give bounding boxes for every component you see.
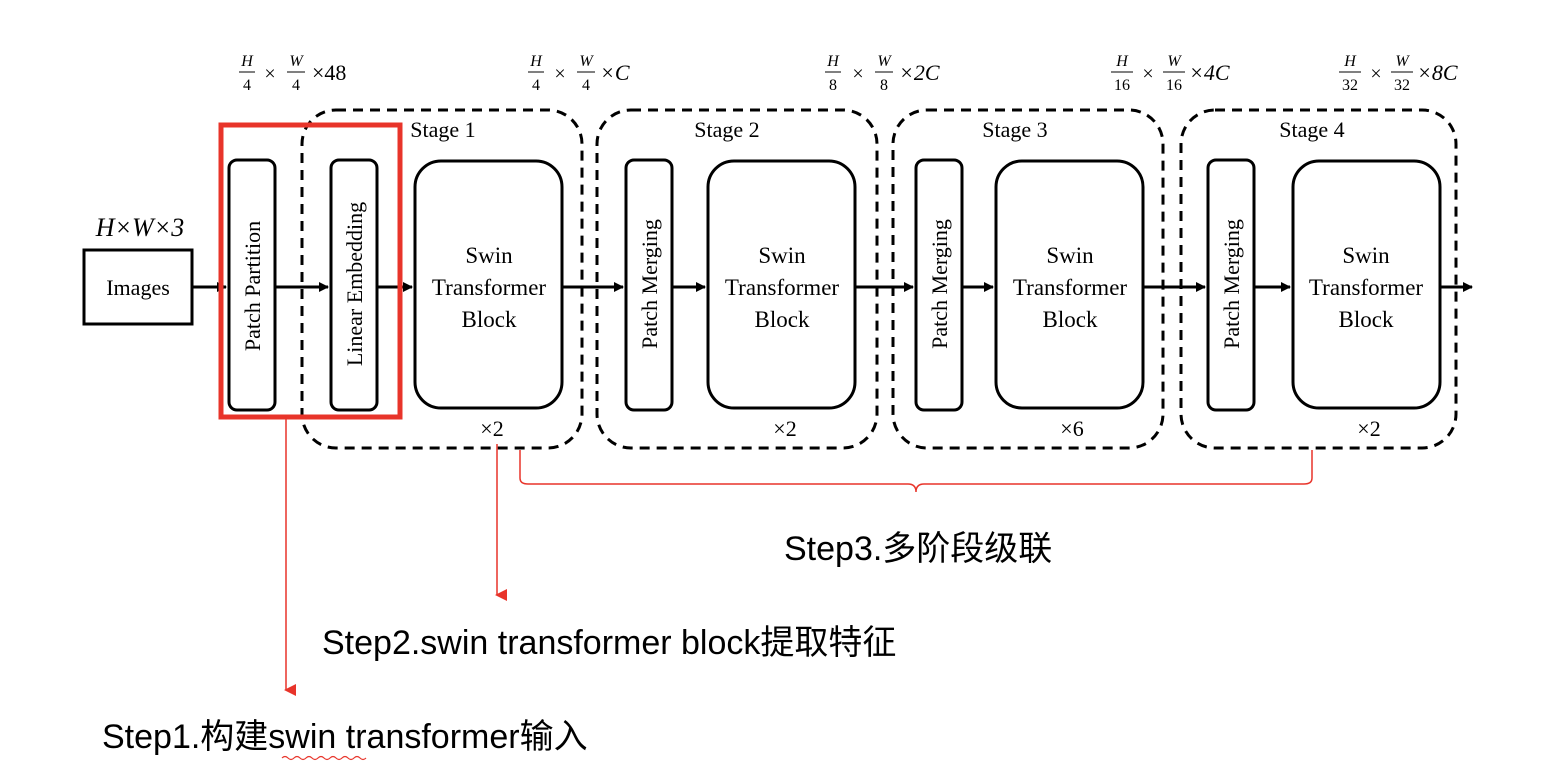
stage-3-repeat: ×6 [1060, 416, 1083, 441]
stage-2-repeat: ×2 [773, 416, 796, 441]
svg-text:H: H [529, 53, 543, 70]
linear-embedding-label: Linear Embedding [342, 202, 367, 366]
step3-brace [519, 450, 1313, 493]
step2-annotation: Step2.swin transformer block提取特征 [322, 624, 896, 662]
svg-text:Block: Block [755, 307, 810, 332]
dim-label-stage4: H 32 × W 32 ×8C [1339, 53, 1458, 94]
svg-text:Patch Merging: Patch Merging [637, 219, 662, 349]
svg-text:×: × [264, 63, 275, 85]
svg-text:Patch Merging: Patch Merging [927, 219, 952, 349]
step3-annotation: Step3.多阶段级联 [784, 530, 1052, 568]
stage-1-label: Stage 1 [410, 117, 475, 142]
swin-architecture-diagram: H 4 × W 4 ×48 H 4 × W 4 ×C H 8 × W 8 ×2C… [82, 53, 1473, 761]
stage-4-label: Stage 4 [1279, 117, 1344, 142]
svg-text:×: × [554, 63, 565, 85]
svg-text:Patch Merging: Patch Merging [1219, 219, 1244, 349]
stage-3-label: Stage 3 [982, 117, 1047, 142]
svg-text:8: 8 [880, 77, 888, 94]
svg-text:W: W [1395, 53, 1410, 70]
svg-text:Swin: Swin [465, 243, 513, 268]
input-dim-label: H×W×3 [95, 213, 185, 242]
dim-h-num: H [240, 53, 254, 70]
svg-text:16: 16 [1166, 77, 1182, 94]
svg-text:Swin: Swin [1046, 243, 1094, 268]
svg-text:Transformer: Transformer [1013, 275, 1127, 300]
svg-text:×C: ×C [600, 60, 630, 85]
dim-label-stage3: H 16 × W 16 ×4C [1111, 53, 1230, 94]
svg-text:W: W [579, 53, 594, 70]
dim-label-partition: H 4 × W 4 ×48 [239, 53, 346, 94]
svg-text:×2C: ×2C [899, 60, 940, 85]
images-label: Images [106, 275, 170, 300]
svg-text:×: × [1370, 63, 1381, 85]
svg-text:4: 4 [582, 77, 590, 94]
svg-text:Transformer: Transformer [725, 275, 839, 300]
dim-w-den: 4 [292, 77, 300, 94]
svg-text:32: 32 [1342, 77, 1358, 94]
svg-text:Block: Block [462, 307, 517, 332]
svg-text:Block: Block [1339, 307, 1394, 332]
stage-2-label: Stage 2 [694, 117, 759, 142]
svg-text:16: 16 [1114, 77, 1130, 94]
dim-label-stage2: H 8 × W 8 ×2C [825, 53, 940, 94]
spellcheck-underline [281, 755, 367, 761]
svg-text:W: W [877, 53, 892, 70]
svg-text:×8C: ×8C [1417, 60, 1458, 85]
svg-text:Block: Block [1043, 307, 1098, 332]
svg-text:4: 4 [532, 77, 540, 94]
svg-text:8: 8 [829, 77, 837, 94]
stage-4-repeat: ×2 [1357, 416, 1380, 441]
svg-text:Transformer: Transformer [1309, 275, 1423, 300]
dim-tail: ×48 [312, 60, 346, 85]
stage-1-repeat: ×2 [480, 416, 503, 441]
svg-text:×4C: ×4C [1189, 60, 1230, 85]
svg-text:H: H [1115, 53, 1129, 70]
svg-text:Swin: Swin [1342, 243, 1390, 268]
svg-text:H: H [826, 53, 840, 70]
svg-text:W: W [1167, 53, 1182, 70]
svg-text:×: × [852, 63, 863, 85]
svg-text:32: 32 [1394, 77, 1410, 94]
step1-annotation: Step1.构建swin transformer输入 [102, 718, 588, 756]
svg-text:×: × [1142, 63, 1153, 85]
svg-text:Swin: Swin [758, 243, 806, 268]
dim-w-num: W [289, 53, 304, 70]
svg-text:H: H [1343, 53, 1357, 70]
patch-partition-label: Patch Partition [240, 221, 265, 351]
svg-text:Transformer: Transformer [432, 275, 546, 300]
dim-h-den: 4 [243, 77, 251, 94]
dim-label-stage1: H 4 × W 4 ×C [528, 53, 630, 94]
